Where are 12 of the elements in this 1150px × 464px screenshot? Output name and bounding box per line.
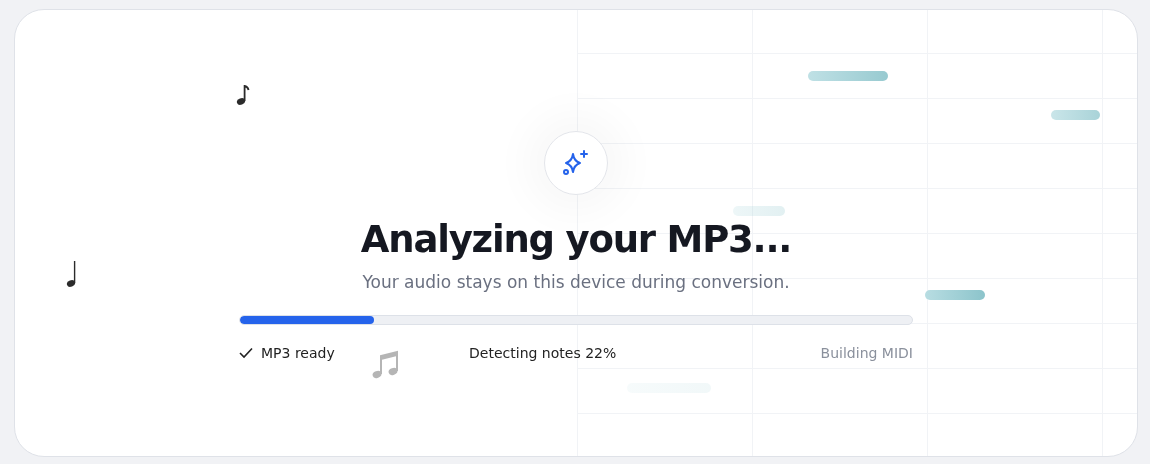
note-bar: [733, 206, 785, 216]
step-label: MP3 ready: [261, 345, 335, 361]
note-bar: [925, 290, 985, 300]
subtitle: Your audio stays on this device during conversion.: [362, 271, 790, 294]
step-label: Building MIDI: [820, 345, 913, 361]
sparkle-icon: [561, 148, 591, 178]
step-label: Detecting notes 22%: [469, 345, 617, 361]
title: Analyzing your MP3...: [360, 219, 792, 261]
quarter-note-icon: [66, 260, 78, 288]
note-bar: [1051, 110, 1100, 120]
eighth-note-icon: [236, 84, 250, 106]
beamed-notes-icon: [371, 350, 401, 380]
